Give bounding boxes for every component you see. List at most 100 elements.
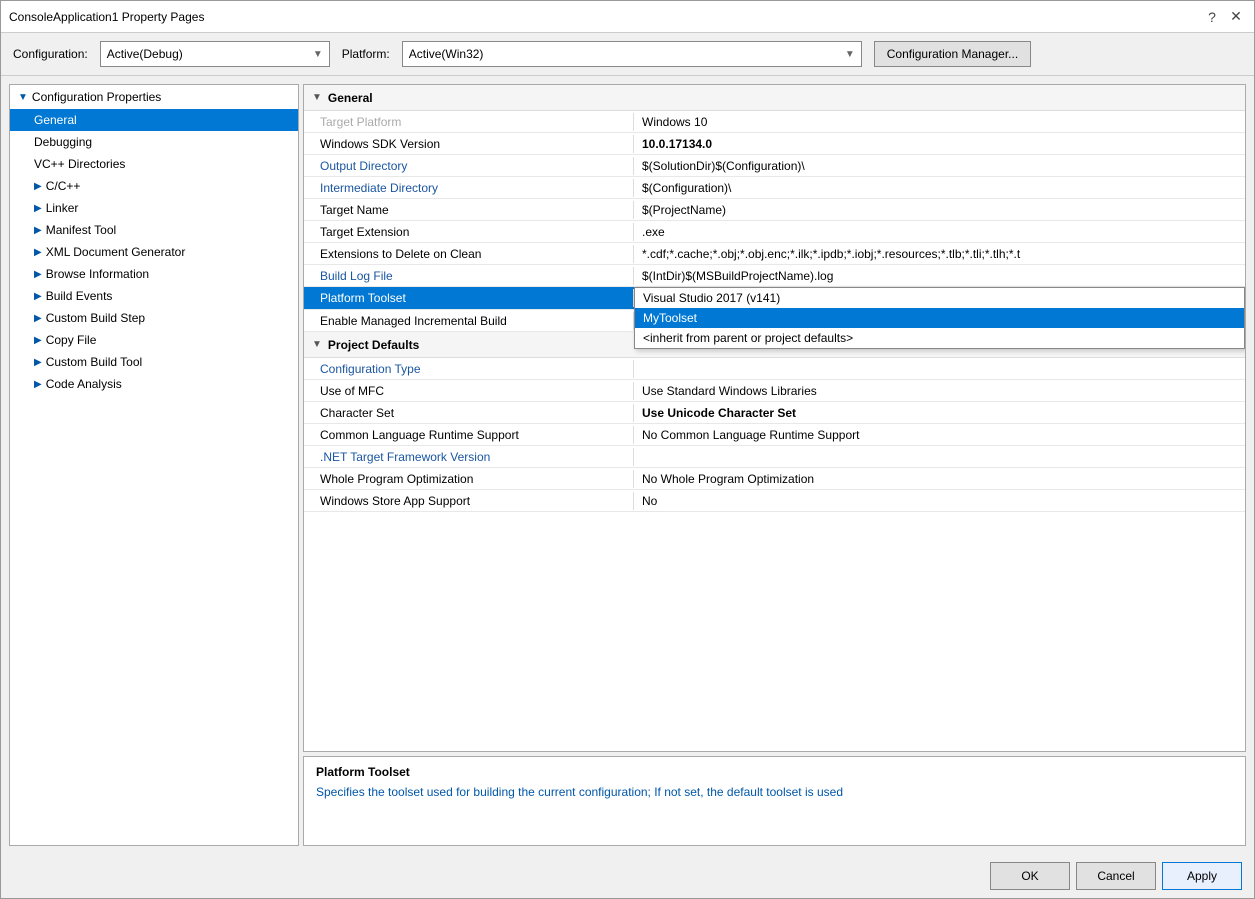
- property-pages-window: ConsoleApplication1 Property Pages ? ✕ C…: [0, 0, 1255, 899]
- prop-row-win-store[interactable]: Windows Store App Support No: [304, 490, 1245, 512]
- prop-row-use-mfc[interactable]: Use of MFC Use Standard Windows Librarie…: [304, 380, 1245, 402]
- sidebar-item-custom-step[interactable]: ▶ Custom Build Step: [10, 307, 298, 329]
- prop-row-platform-toolset[interactable]: Platform Toolset Visual Studio 2017 (v14…: [304, 287, 1245, 310]
- sidebar-item-code-analysis[interactable]: ▶ Code Analysis: [10, 373, 298, 395]
- prop-value: No Whole Program Optimization: [634, 470, 1245, 488]
- prop-value: Windows 10: [634, 113, 1245, 131]
- sidebar-section-config-props[interactable]: ▼ Configuration Properties: [10, 85, 298, 109]
- config-bar: Configuration: Active(Debug) ▼ Platform:…: [1, 33, 1254, 76]
- expand-arrow-icon: ▶: [34, 291, 42, 302]
- sidebar-item-label: VC++ Directories: [34, 157, 125, 171]
- prop-value: No: [634, 492, 1245, 510]
- prop-value: No Common Language Runtime Support: [634, 426, 1245, 444]
- close-button[interactable]: ✕: [1226, 7, 1246, 27]
- prop-name: Use of MFC: [304, 382, 634, 400]
- sidebar-item-manifest[interactable]: ▶ Manifest Tool: [10, 219, 298, 241]
- prop-row-sdk-version[interactable]: Windows SDK Version 10.0.17134.0: [304, 133, 1245, 155]
- ok-button[interactable]: OK: [990, 862, 1070, 890]
- prop-row-whole-prog[interactable]: Whole Program Optimization No Whole Prog…: [304, 468, 1245, 490]
- apply-button[interactable]: Apply: [1162, 862, 1242, 890]
- title-bar-controls: ? ✕: [1202, 7, 1246, 27]
- prop-value: $(SolutionDir)$(Configuration)\: [634, 157, 1245, 175]
- dropdown-option-vs2017[interactable]: Visual Studio 2017 (v141): [635, 288, 1244, 308]
- dropdown-option-inherit[interactable]: <inherit from parent or project defaults…: [635, 328, 1244, 348]
- sidebar-item-copy-file[interactable]: ▶ Copy File: [10, 329, 298, 351]
- prop-name: .NET Target Framework Version: [304, 448, 634, 466]
- sidebar-item-build-events[interactable]: ▶ Build Events: [10, 285, 298, 307]
- sidebar-item-label: Custom Build Tool: [46, 355, 143, 369]
- expand-arrow-icon: ▶: [34, 313, 42, 324]
- sidebar-item-linker[interactable]: ▶ Linker: [10, 197, 298, 219]
- sidebar-item-custom-tool[interactable]: ▶ Custom Build Tool: [10, 351, 298, 373]
- prop-row-config-type[interactable]: Configuration Type: [304, 358, 1245, 380]
- prop-row-target-platform[interactable]: Target Platform Windows 10: [304, 111, 1245, 133]
- sidebar: ▼ Configuration Properties General Debug…: [9, 84, 299, 846]
- sidebar-item-label: C/C++: [46, 179, 81, 193]
- sidebar-item-label: Copy File: [46, 333, 97, 347]
- window-title: ConsoleApplication1 Property Pages: [9, 10, 204, 24]
- prop-name: Windows Store App Support: [304, 492, 634, 510]
- platform-value: Active(Win32): [409, 47, 484, 61]
- config-value: Active(Debug): [107, 47, 183, 61]
- description-area: Platform Toolset Specifies the toolset u…: [303, 756, 1246, 846]
- platform-select[interactable]: Active(Win32) ▼: [402, 41, 862, 67]
- main-content: ▼ Configuration Properties General Debug…: [1, 76, 1254, 854]
- configuration-select[interactable]: Active(Debug) ▼: [100, 41, 330, 67]
- config-manager-button[interactable]: Configuration Manager...: [874, 41, 1031, 67]
- expand-arrow-icon: ▶: [34, 357, 42, 368]
- description-text: Specifies the toolset used for building …: [316, 785, 1233, 799]
- prop-value: .exe: [634, 223, 1245, 241]
- prop-row-target-name[interactable]: Target Name $(ProjectName): [304, 199, 1245, 221]
- expand-arrow-icon: ▶: [34, 335, 42, 346]
- prop-row-clr-support[interactable]: Common Language Runtime Support No Commo…: [304, 424, 1245, 446]
- sidebar-item-general[interactable]: General: [10, 109, 298, 131]
- dropdown-option-mytoolset[interactable]: MyToolset: [635, 308, 1244, 328]
- prop-value: 10.0.17134.0: [634, 135, 1245, 153]
- prop-row-intermediate-dir[interactable]: Intermediate Directory $(Configuration)\: [304, 177, 1245, 199]
- sidebar-item-label: Build Events: [46, 289, 113, 303]
- config-label: Configuration:: [13, 47, 88, 61]
- prop-name: Platform Toolset: [304, 289, 634, 307]
- prop-name: Target Extension: [304, 223, 634, 241]
- expand-arrow-icon: ▶: [34, 203, 42, 214]
- prop-row-target-ext[interactable]: Target Extension .exe: [304, 221, 1245, 243]
- section-title: Project Defaults: [328, 338, 419, 352]
- prop-name: Character Set: [304, 404, 634, 422]
- prop-name: Build Log File: [304, 267, 634, 285]
- section-title: General: [328, 91, 373, 105]
- prop-name: Configuration Type: [304, 360, 634, 378]
- section-expand-icon: ▼: [312, 339, 322, 350]
- sidebar-item-label: Linker: [46, 201, 79, 215]
- prop-row-net-target[interactable]: .NET Target Framework Version: [304, 446, 1245, 468]
- sidebar-item-label: General: [34, 113, 77, 127]
- sidebar-item-xml-gen[interactable]: ▶ XML Document Generator: [10, 241, 298, 263]
- help-button[interactable]: ?: [1202, 7, 1222, 27]
- prop-name: Output Directory: [304, 157, 634, 175]
- expand-arrow-icon: ▶: [34, 247, 42, 258]
- sidebar-item-label: Code Analysis: [46, 377, 122, 391]
- description-title: Platform Toolset: [316, 765, 1233, 779]
- right-panel: ▼ General Target Platform Windows 10 Win…: [303, 84, 1246, 846]
- prop-row-output-dir[interactable]: Output Directory $(SolutionDir)$(Configu…: [304, 155, 1245, 177]
- expand-arrow-icon: ▶: [34, 181, 42, 192]
- prop-name: Target Name: [304, 201, 634, 219]
- sidebar-item-vc-dirs[interactable]: VC++ Directories: [10, 153, 298, 175]
- prop-row-build-log[interactable]: Build Log File $(IntDir)$(MSBuildProject…: [304, 265, 1245, 287]
- prop-row-char-set[interactable]: Character Set Use Unicode Character Set: [304, 402, 1245, 424]
- section-header-general[interactable]: ▼ General: [304, 85, 1245, 111]
- prop-name: Extensions to Delete on Clean: [304, 245, 634, 263]
- sidebar-item-browse[interactable]: ▶ Browse Information: [10, 263, 298, 285]
- bottom-bar: OK Cancel Apply: [1, 854, 1254, 898]
- sidebar-item-label: Browse Information: [46, 267, 149, 281]
- sidebar-item-label: Custom Build Step: [46, 311, 145, 325]
- prop-row-ext-delete[interactable]: Extensions to Delete on Clean *.cdf;*.ca…: [304, 243, 1245, 265]
- config-arrow-icon: ▼: [313, 49, 323, 60]
- section-expand-icon: ▼: [312, 92, 322, 103]
- sidebar-item-label: Debugging: [34, 135, 92, 149]
- expand-arrow-icon: ▶: [34, 225, 42, 236]
- platform-arrow-icon: ▼: [845, 49, 855, 60]
- cancel-button[interactable]: Cancel: [1076, 862, 1156, 890]
- sidebar-item-cpp[interactable]: ▶ C/C++: [10, 175, 298, 197]
- prop-name: Common Language Runtime Support: [304, 426, 634, 444]
- sidebar-item-debugging[interactable]: Debugging: [10, 131, 298, 153]
